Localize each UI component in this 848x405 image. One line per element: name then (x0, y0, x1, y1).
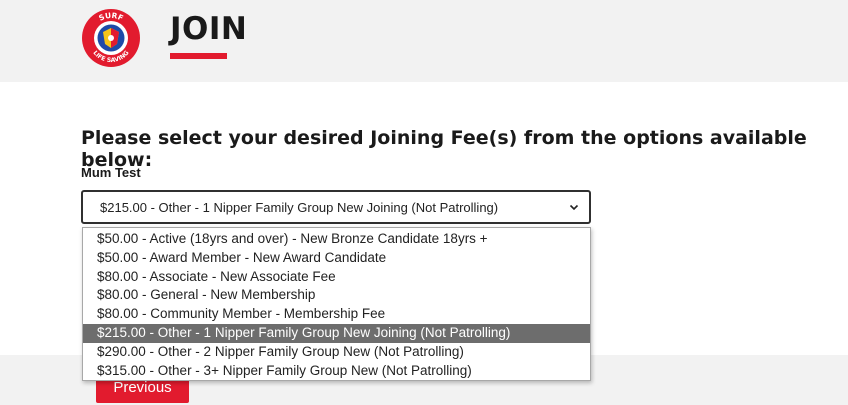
page-title: JOIN (170, 11, 248, 47)
fee-option[interactable]: $315.00 - Other - 3+ Nipper Family Group… (83, 362, 590, 381)
joining-fee-options-list: $50.00 - Active (18yrs and over) - New B… (82, 227, 591, 381)
joining-fee-select[interactable]: $215.00 - Other - 1 Nipper Family Group … (81, 190, 591, 224)
fee-option[interactable]: $50.00 - Award Member - New Award Candid… (83, 249, 590, 268)
fee-option[interactable]: $80.00 - Associate - New Associate Fee (83, 268, 590, 287)
member-name-label: Mum Test (81, 165, 141, 180)
fee-option[interactable]: $80.00 - Community Member - Membership F… (83, 305, 590, 324)
fee-option[interactable]: $290.00 - Other - 2 Nipper Family Group … (83, 343, 590, 362)
chevron-down-icon (569, 204, 579, 211)
fee-option[interactable]: $80.00 - General - New Membership (83, 286, 590, 305)
joining-fee-select-value: $215.00 - Other - 1 Nipper Family Group … (100, 200, 499, 215)
surf-life-saving-logo: SURF LIFE SAVING (82, 9, 140, 67)
title-underline (170, 53, 227, 59)
fee-option[interactable]: $50.00 - Active (18yrs and over) - New B… (83, 230, 590, 249)
fee-option-selected[interactable]: $215.00 - Other - 1 Nipper Family Group … (83, 323, 590, 343)
fee-instructions-heading: Please select your desired Joining Fee(s… (81, 127, 807, 171)
page-header: SURF LIFE SAVING JOIN (0, 0, 848, 82)
